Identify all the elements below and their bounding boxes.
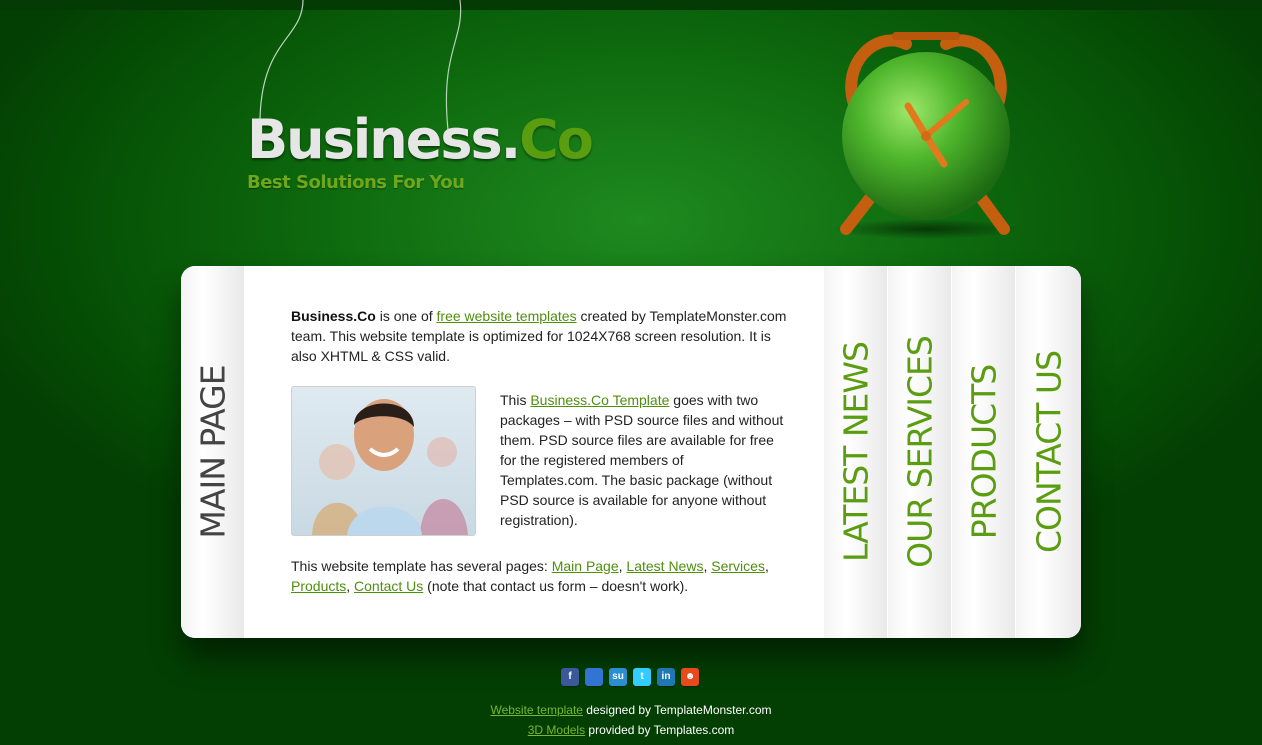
3d-models-link[interactable]: 3D Models [528,723,585,737]
tab-our-services[interactable]: OUR SERVICES [888,266,951,638]
logo-text: Business.Co [247,108,594,171]
main-page-link[interactable]: Main Page [552,558,619,574]
logo-name-accent: Co [519,108,594,171]
linkedin-icon[interactable]: in [657,668,675,686]
intro-text-1: is one of [375,308,437,324]
products-link[interactable]: Products [291,578,346,594]
site-logo[interactable]: Business.Co Best Solutions For You [247,108,594,194]
tab-contact-us-label: CONTACT US [1029,350,1068,554]
stumbleupon-icon[interactable]: su [609,668,627,686]
separator: , [764,558,769,574]
package-text-1: This [500,392,531,408]
tab-latest-news-label: LATEST NEWS [836,342,875,562]
business-co-template-link[interactable]: Business.Co Template [530,392,669,408]
free-templates-link[interactable]: free website templates [437,308,577,324]
tab-latest-news[interactable]: LATEST NEWS [824,266,887,638]
facebook-icon[interactable]: f [561,668,579,686]
website-template-link[interactable]: Website template [490,703,583,717]
tab-contact-us[interactable]: CONTACT US [1016,266,1081,638]
grass-alarm-clock-image [831,32,1021,239]
intro-brand: Business.Co [291,308,376,324]
tab-our-services-label: OUR SERVICES [900,336,939,568]
reddit-icon[interactable]: ☻ [681,668,699,686]
footer-line-2: 3D Models provided by Templates.com [0,723,1262,737]
delicious-icon[interactable] [585,668,603,686]
top-strip [0,0,1262,10]
main-content: Business.Co is one of free website templ… [291,306,791,596]
footer-line-1: Website template designed by TemplateMon… [0,703,1262,717]
pages-text-2: (note that contact us form – doesn't wor… [423,578,689,594]
tab-products[interactable]: PRODUCTS [952,266,1015,638]
tab-products-label: PRODUCTS [964,364,1003,540]
twitter-icon[interactable]: t [633,668,651,686]
logo-name-main: Business. [247,108,521,171]
tagline: Best Solutions For You [247,172,465,193]
footer-line-2-text: provided by Templates.com [585,723,735,737]
footer-line-1-text: designed by TemplateMonster.com [582,703,772,717]
photo-row: This Business.Co Template goes with two … [291,386,791,536]
tab-main-page-label: MAIN PAGE [193,365,232,539]
services-link[interactable]: Services [711,558,765,574]
tab-main-page[interactable]: MAIN PAGE [181,266,244,638]
latest-news-link[interactable]: Latest News [626,558,703,574]
intro-paragraph: Business.Co is one of free website templ… [291,306,791,366]
pages-text-1: This website template has several pages: [291,558,552,574]
pages-paragraph: This website template has several pages:… [291,556,791,596]
package-paragraph: This Business.Co Template goes with two … [500,390,785,530]
businessman-photo [291,386,476,536]
separator: , [346,578,355,594]
content-panel: MAIN PAGE Business.Co is one of free web… [181,266,1081,638]
contact-us-link[interactable]: Contact Us [354,578,423,594]
package-text-2: goes with two packages – with PSD source… [500,392,784,528]
